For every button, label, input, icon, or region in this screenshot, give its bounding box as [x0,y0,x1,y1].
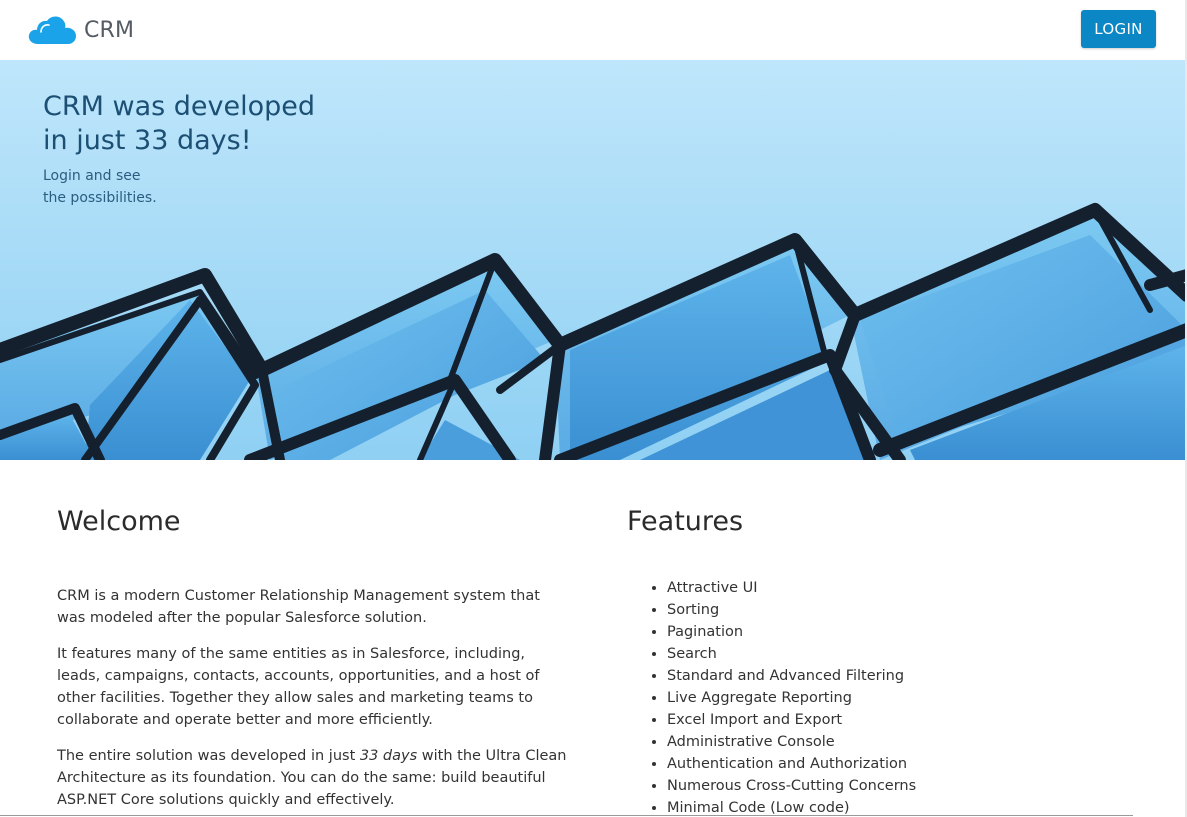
feature-item: Excel Import and Export [667,709,1147,731]
feature-item: Attractive UI [667,577,1147,599]
hero-subtitle: Login and see the possibilities. [43,165,243,209]
feature-item: Administrative Console [667,731,1147,753]
welcome-paragraph-3-start: The entire solution was developed in jus… [57,748,360,764]
features-section: Features Attractive UI Sorting Paginatio… [627,503,1147,817]
welcome-paragraph-1: CRM is a modern Customer Relationship Ma… [57,588,540,626]
cloud-icon [28,14,78,46]
welcome-paragraph-3: The entire solution was developed in jus… [57,745,567,811]
welcome-section: Welcome CRM is a modern Customer Relatio… [57,503,567,817]
feature-item: Minimal Code (Low code) [667,797,1147,817]
features-list: Attractive UI Sorting Pagination Search … [627,577,1147,817]
login-button[interactable]: LOGIN [1081,10,1156,48]
hero-title-line2: in just 33 days! [43,125,252,156]
welcome-paragraph-3-emphasis: 33 days [359,748,418,764]
hero-title-line1: CRM was developed [43,91,316,122]
top-navbar: CRM LOGIN [0,0,1187,61]
hero-title: CRM was developed in just 33 days! [43,90,403,158]
hero-subtitle-line2: the possibilities. [43,190,157,206]
brand-name: CRM [84,17,135,43]
brand-logo-link[interactable]: CRM [28,14,134,46]
window-bottom-edge [0,815,1133,816]
hero-subtitle-line1: Login and see [43,168,141,184]
page: CRM LOGIN CRM was developed in just 33 d… [0,0,1187,817]
welcome-title: Welcome [57,506,181,537]
hero-banner: CRM was developed in just 33 days! Login… [0,60,1187,460]
feature-item: Standard and Advanced Filtering [667,665,1147,687]
welcome-paragraph-2: It features many of the same entities as… [57,646,540,728]
feature-item: Sorting [667,599,1147,621]
feature-item: Authentication and Authorization [667,753,1147,775]
feature-item: Pagination [667,621,1147,643]
feature-item: Numerous Cross-Cutting Concerns [667,775,1147,797]
features-title: Features [627,506,744,537]
feature-item: Search [667,643,1147,665]
feature-item: Live Aggregate Reporting [667,687,1147,709]
